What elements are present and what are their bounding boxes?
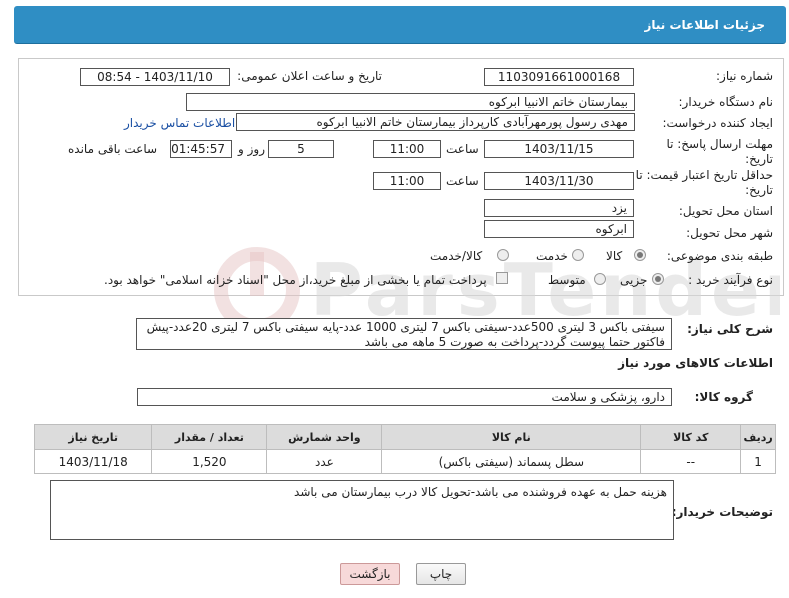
buyer-notes-field: هزینه حمل به عهده فروشنده می باشد-تحویل …: [50, 480, 674, 540]
table-row: 1 -- سطل پسماند (سیفتی باکس) عدد 1,520 1…: [33, 449, 776, 474]
col-unit-header: واحد شمارش: [266, 424, 383, 450]
back-button[interactable]: بازگشت: [340, 563, 400, 585]
description-field: سیفتی باکس 3 لیتری 500عدد-سیفتی باکس 7 ل…: [136, 318, 672, 350]
print-button[interactable]: چاپ: [416, 563, 466, 585]
col-code-header: کد کالا: [640, 424, 742, 450]
description-label: شرح کلی نیاز:: [687, 322, 773, 336]
cell-date: 1403/11/18: [33, 449, 153, 474]
city-field: ابرکوه: [484, 220, 634, 238]
process-radio-minor[interactable]: [652, 273, 664, 285]
category-radio-both[interactable]: [497, 249, 509, 261]
need-number-field: 1103091661000168: [484, 68, 634, 86]
reply-deadline-label-2: تاریخ:: [745, 152, 773, 166]
need-number-label: شماره نیاز:: [716, 69, 773, 83]
goods-section-title: اطلاعات کالاهای مورد نیاز: [618, 356, 773, 370]
reply-deadline-time: 11:00: [373, 140, 441, 158]
process-radio-medium[interactable]: [594, 273, 606, 285]
category-label: طبقه بندی موضوعی:: [666, 249, 773, 263]
category-radio-service[interactable]: [572, 249, 584, 261]
price-validity-label-2: تاریخ:: [745, 183, 773, 197]
category-radio-goods[interactable]: [634, 249, 646, 261]
price-validity-date: 1403/11/30: [484, 172, 634, 190]
cell-code: --: [640, 449, 742, 474]
items-table: ردیف کد کالا نام کالا واحد شمارش تعداد /…: [33, 424, 776, 474]
col-row-header: ردیف: [740, 424, 776, 450]
city-label: شهر محل تحویل:: [686, 226, 773, 240]
reply-time-label: ساعت: [446, 142, 479, 156]
category-option-goods: کالا: [606, 249, 623, 263]
price-time-label: ساعت: [446, 174, 479, 188]
col-qty-header: تعداد / مقدار: [151, 424, 268, 450]
reply-deadline-date: 1403/11/15: [484, 140, 634, 158]
col-name-header: نام کالا: [381, 424, 642, 450]
days-remaining: 5: [268, 140, 334, 158]
time-remaining: 01:45:57: [170, 140, 232, 158]
process-option-medium: متوسط: [548, 273, 586, 287]
cell-unit: عدد: [266, 449, 383, 474]
price-validity-time: 11:00: [373, 172, 441, 190]
treasury-checkbox[interactable]: [496, 272, 508, 284]
days-label: روز و: [238, 142, 265, 156]
table-header-row: ردیف کد کالا نام کالا واحد شمارش تعداد /…: [33, 424, 776, 450]
category-option-both: کالا/خدمت: [430, 249, 483, 263]
province-label: استان محل تحویل:: [678, 204, 773, 218]
buyer-notes-label: توضیحات خریدار:: [671, 505, 773, 519]
col-date-header: تاریخ نیاز: [33, 424, 153, 450]
time-remaining-label: ساعت باقی مانده: [68, 142, 158, 156]
buyer-contact-link[interactable]: اطلاعات تماس خریدار: [124, 116, 235, 130]
process-label: نوع فرآیند خرید :: [688, 273, 773, 287]
goods-group-label: گروه کالا:: [694, 390, 753, 404]
treasury-note: پرداخت تمام یا بخشی از مبلغ خرید،از محل …: [104, 273, 487, 287]
cell-name: سطل پسماند (سیفتی باکس): [381, 449, 642, 474]
process-option-minor: جزیی: [620, 273, 648, 287]
province-field: یزد: [484, 199, 634, 217]
cell-qty: 1,520: [151, 449, 268, 474]
goods-group-field: دارو، پزشکی و سلامت: [137, 388, 672, 406]
announce-datetime-label: تاریخ و ساعت اعلان عمومی:: [237, 69, 382, 83]
buyer-org-field: بیمارستان خاتم الانبیا ابرکوه: [186, 93, 635, 111]
reply-deadline-label: مهلت ارسال پاسخ: تا: [666, 137, 773, 151]
cell-row: 1: [740, 449, 776, 474]
page-title: جزئیات اطلاعات نیاز: [644, 18, 765, 32]
price-validity-label: حداقل تاریخ اعتبار قیمت: تا: [635, 168, 773, 182]
requester-label: ایجاد کننده درخواست:: [662, 116, 773, 130]
category-option-service: خدمت: [536, 249, 568, 263]
announce-datetime-field: 1403/11/10 - 08:54: [80, 68, 230, 86]
requester-field: مهدی رسول پورمهرآبادی کارپرداز بیمارستان…: [236, 113, 635, 131]
buyer-org-label: نام دستگاه خریدار:: [678, 95, 774, 109]
